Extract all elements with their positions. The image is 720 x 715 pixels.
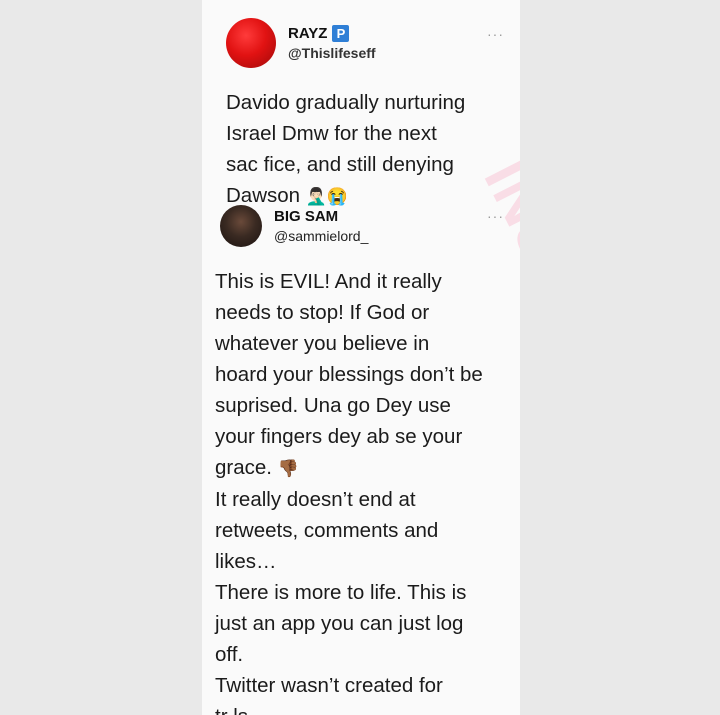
display-name[interactable]: BIG SAM [274,208,368,225]
tweet-text: This is EVIL! And it really needs to sto… [215,270,483,479]
tweet-body-2: This is EVIL! And it really needs to sto… [215,266,515,715]
user-handle[interactable]: @Thislifeseff [288,45,376,61]
display-name[interactable]: RAYZ P [288,25,376,42]
display-name-text: BIG SAM [274,208,339,225]
user-handle[interactable]: @sammielord_ [274,228,368,244]
tweet-header-bigsam[interactable]: BIG SAM @sammielord_ [220,205,368,247]
avatar[interactable] [226,18,276,68]
more-options-icon[interactable]: ··· [487,208,504,224]
avatar[interactable] [220,205,262,247]
facepalm-crying-emoji: 🤦🏻‍♂️😭 [305,187,349,206]
user-names: BIG SAM @sammielord_ [274,208,368,244]
display-name-text: RAYZ [288,25,328,42]
verified-badge-icon: P [332,25,350,42]
tweet-header-rayz[interactable]: RAYZ P @Thislifeseff [226,18,376,68]
user-names: RAYZ P @Thislifeseff [288,25,376,61]
tweet-body-1: Davido gradually nurturing Israel Dmw fo… [226,87,516,212]
screenshot-frame: INSTABLOG9JA RAYZ P @Thislifeseff ··· Da… [202,0,520,715]
tweet-text-continued: It really doesn’t end at retweets, comme… [215,488,467,715]
thumbs-down-emoji: 👎🏾 [277,459,299,478]
more-options-icon[interactable]: ··· [487,26,504,42]
